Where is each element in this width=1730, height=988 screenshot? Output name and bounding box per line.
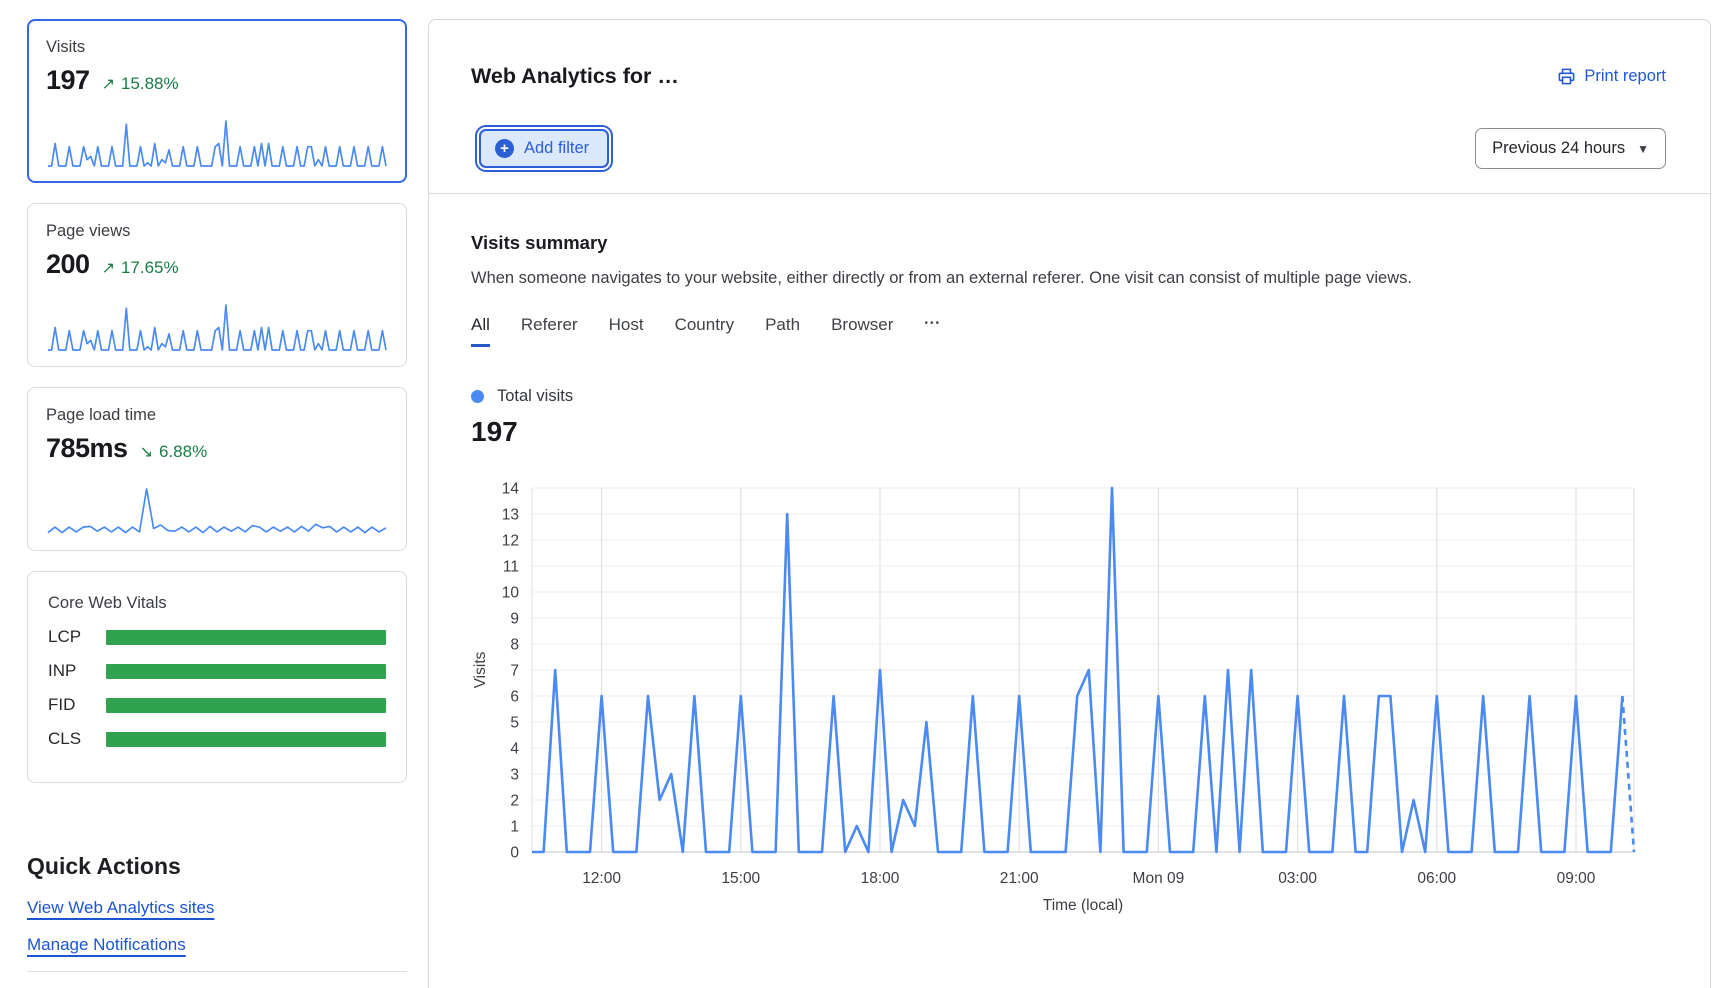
chevron-down-icon: ▼ xyxy=(1637,142,1649,156)
tab-browser[interactable]: Browser xyxy=(831,315,893,347)
tab-more[interactable]: ••• xyxy=(924,318,941,344)
metric-card-list: Visits197↗15.88%Page views200↗17.65%Page… xyxy=(27,19,407,551)
chart-legend: Total visits xyxy=(471,387,1666,406)
svg-text:06:00: 06:00 xyxy=(1417,870,1456,887)
metric-card-page-views[interactable]: Page views 200 ↗ 17.65% xyxy=(27,203,407,367)
metric-card-page-load-time[interactable]: Page load time 785ms ↘ 6.88% xyxy=(27,387,407,551)
tab-host[interactable]: Host xyxy=(609,315,644,347)
svg-text:15:00: 15:00 xyxy=(721,870,760,887)
visits-summary-title: Visits summary xyxy=(471,232,1666,254)
svg-text:03:00: 03:00 xyxy=(1278,870,1317,887)
trend-up-icon: ↗ xyxy=(102,74,115,94)
core-web-vitals-row: CLS xyxy=(48,729,386,749)
metric-card-title: Page views xyxy=(46,222,388,241)
svg-text:10: 10 xyxy=(502,585,520,602)
core-web-vitals-row: FID xyxy=(48,695,386,715)
print-report-link[interactable]: Print report xyxy=(1557,67,1666,86)
vital-label-inp: INP xyxy=(48,661,106,681)
visits-summary-section: Visits summary When someone navigates to… xyxy=(429,194,1710,929)
legend-label: Total visits xyxy=(497,387,573,406)
svg-text:4: 4 xyxy=(510,741,519,758)
svg-text:Time (local): Time (local) xyxy=(1043,897,1123,914)
sparkline-chart xyxy=(46,116,388,170)
trend-down-icon: ↘ xyxy=(140,442,153,462)
vital-status-bar xyxy=(106,664,386,679)
panel-header: Web Analytics for … Print report + Add f… xyxy=(429,20,1710,194)
svg-text:21:00: 21:00 xyxy=(1000,870,1039,887)
quick-action-link[interactable]: View Web Analytics sites xyxy=(27,899,214,916)
metric-delta-value: 15.88% xyxy=(121,74,179,94)
svg-text:5: 5 xyxy=(510,715,519,732)
sparkline-chart xyxy=(46,484,388,538)
line-chart-svg: 0123456789101112131412:0015:0018:0021:00… xyxy=(471,472,1670,924)
dimension-tabs: All Referer Host Country Path Browser ••• xyxy=(471,315,1666,347)
web-analytics-panel: Web Analytics for … Print report + Add f… xyxy=(428,19,1711,988)
page-title: Web Analytics for … xyxy=(471,64,679,89)
plus-circle-icon: + xyxy=(495,139,514,158)
svg-text:7: 7 xyxy=(510,663,519,680)
metric-delta: ↘ 6.88% xyxy=(140,442,208,462)
quick-actions-section: Quick Actions View Web Analytics sites Ma… xyxy=(27,853,407,972)
svg-text:11: 11 xyxy=(503,559,519,576)
tab-all[interactable]: All xyxy=(471,315,490,347)
svg-text:8: 8 xyxy=(510,637,519,654)
svg-text:Visits: Visits xyxy=(472,651,489,688)
visits-chart: 0123456789101112131412:0015:0018:0021:00… xyxy=(471,472,1666,929)
printer-icon xyxy=(1557,67,1576,86)
tab-referer[interactable]: Referer xyxy=(521,315,578,347)
svg-text:13: 13 xyxy=(502,507,519,524)
svg-text:Mon 09: Mon 09 xyxy=(1133,870,1185,887)
core-web-vitals-row: INP xyxy=(48,661,386,681)
core-web-vitals-rows: LCP INP FID CLS xyxy=(48,627,386,749)
add-filter-label: Add filter xyxy=(524,139,589,158)
tab-path[interactable]: Path xyxy=(765,315,800,347)
time-range-dropdown[interactable]: Previous 24 hours ▼ xyxy=(1475,128,1666,169)
metric-value: 197 xyxy=(46,65,90,96)
svg-text:1: 1 xyxy=(510,819,519,836)
svg-text:6: 6 xyxy=(510,689,519,706)
svg-text:0: 0 xyxy=(510,845,519,862)
svg-text:9: 9 xyxy=(510,611,519,628)
time-range-label: Previous 24 hours xyxy=(1492,139,1625,158)
vital-label-lcp: LCP xyxy=(48,627,106,647)
tab-country[interactable]: Country xyxy=(675,315,735,347)
legend-dot-icon xyxy=(471,390,484,403)
core-web-vitals-title: Core Web Vitals xyxy=(48,594,386,613)
print-report-label: Print report xyxy=(1584,67,1666,86)
quick-actions-title: Quick Actions xyxy=(27,853,407,880)
svg-text:2: 2 xyxy=(510,793,519,810)
trend-up-icon: ↗ xyxy=(102,258,115,278)
svg-text:14: 14 xyxy=(502,481,520,498)
total-visits-value: 197 xyxy=(471,416,1666,448)
vital-status-bar xyxy=(106,732,386,747)
sparkline-chart xyxy=(46,300,388,354)
core-web-vitals-card[interactable]: Core Web Vitals LCP INP FID CLS xyxy=(27,571,407,783)
metric-card-title: Page load time xyxy=(46,406,388,425)
metric-delta-value: 6.88% xyxy=(159,442,207,462)
metric-delta: ↗ 15.88% xyxy=(102,74,179,94)
vital-status-bar xyxy=(106,698,386,713)
sidebar: Visits197↗15.88%Page views200↗17.65%Page… xyxy=(27,19,407,972)
vital-label-cls: CLS xyxy=(48,729,106,749)
svg-text:09:00: 09:00 xyxy=(1557,870,1596,887)
metric-card-title: Visits xyxy=(46,38,388,57)
quick-actions-links: View Web Analytics sites Manage Notificat… xyxy=(27,880,407,954)
vital-label-fid: FID xyxy=(48,695,106,715)
core-web-vitals-row: LCP xyxy=(48,627,386,647)
svg-text:18:00: 18:00 xyxy=(861,870,900,887)
metric-value: 200 xyxy=(46,249,90,280)
visits-summary-description: When someone navigates to your website, … xyxy=(471,269,1666,288)
svg-text:12:00: 12:00 xyxy=(582,870,621,887)
sidebar-divider xyxy=(27,971,407,972)
quick-action-link[interactable]: Manage Notifications xyxy=(27,936,186,953)
metric-delta: ↗ 17.65% xyxy=(102,258,179,278)
metric-delta-value: 17.65% xyxy=(121,258,179,278)
svg-text:3: 3 xyxy=(510,767,519,784)
metric-value: 785ms xyxy=(46,433,128,464)
vital-status-bar xyxy=(106,630,386,645)
svg-text:12: 12 xyxy=(502,533,519,550)
metric-card-visits[interactable]: Visits 197 ↗ 15.88% xyxy=(27,19,407,183)
add-filter-button[interactable]: + Add filter xyxy=(479,129,609,168)
